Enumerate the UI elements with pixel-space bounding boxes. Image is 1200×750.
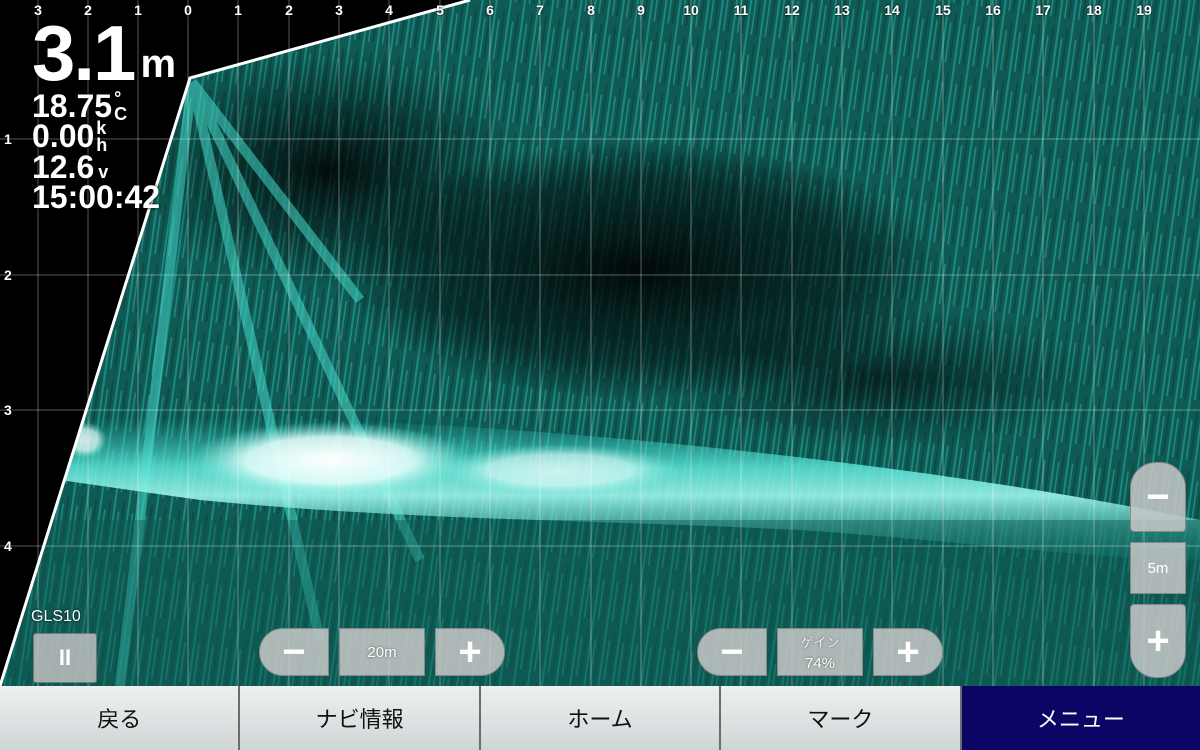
sonar-view[interactable]: 3 2 1 0 1 2 3 4 5 6 7 8 9 10 11 12 13 14… xyxy=(0,0,1200,686)
x-tick-label: 17 xyxy=(1035,2,1051,18)
speed-readout: 0.00 k h xyxy=(32,118,176,155)
voltage-value: 12.6 xyxy=(32,148,95,185)
range-value: 20m xyxy=(367,643,397,661)
depth-readout: 3.1 m xyxy=(32,14,176,92)
minus-icon: − xyxy=(282,630,306,674)
y-tick-label: 2 xyxy=(4,267,12,283)
mark-button[interactable]: マーク xyxy=(721,686,962,750)
pause-icon: II xyxy=(58,645,72,670)
x-tick-label: 4 xyxy=(385,2,393,18)
x-tick-label: 12 xyxy=(784,2,800,18)
time-readout: 15:00:42 xyxy=(32,181,176,213)
sonar-screen: 3 2 1 0 1 2 3 4 5 6 7 8 9 10 11 12 13 14… xyxy=(0,0,1200,750)
speed-unit: k h xyxy=(96,119,108,155)
x-tick-label: 0 xyxy=(184,2,192,18)
bottom-nav: 戻る ナビ情報 ホーム マーク メニュー xyxy=(0,686,1200,750)
vertical-range-plus-button[interactable]: + xyxy=(1130,604,1186,678)
range-minus-button[interactable]: − xyxy=(259,628,329,676)
plus-icon: + xyxy=(1146,619,1170,663)
x-tick-label: 8 xyxy=(587,2,595,18)
y-tick-label: 3 xyxy=(4,402,12,418)
x-tick-label: 16 xyxy=(985,2,1001,18)
x-tick-label: 2 xyxy=(285,2,293,18)
transducer-label: GLS10 xyxy=(31,608,81,625)
depth-value: 3.1 xyxy=(32,9,136,97)
vertical-range-value-button[interactable]: 5m xyxy=(1130,542,1186,594)
home-button[interactable]: ホーム xyxy=(480,686,722,750)
vertical-range-value: 5m xyxy=(1147,559,1169,577)
x-tick-label: 13 xyxy=(834,2,850,18)
back-button[interactable]: 戻る xyxy=(0,686,241,750)
menu-button[interactable]: メニュー xyxy=(961,686,1200,750)
voltage-readout: 12.6 v xyxy=(32,151,176,183)
speed-unit-bottom: h xyxy=(96,134,108,155)
data-readouts: 3.1 m 18.75 ° C 0.00 k h 12.6 v 15:00:42 xyxy=(32,14,176,213)
plus-icon: + xyxy=(458,630,482,674)
plus-icon: + xyxy=(896,630,920,674)
range-value-button[interactable]: 20m xyxy=(339,628,425,676)
nav-info-button[interactable]: ナビ情報 xyxy=(240,686,481,750)
x-tick-label: 1 xyxy=(234,2,242,18)
x-tick-label: 10 xyxy=(683,2,699,18)
time-value: 15:00:42 xyxy=(32,178,161,215)
x-tick-label: 19 xyxy=(1136,2,1152,18)
minus-icon: − xyxy=(720,630,744,674)
gain-control: − ゲイン 74% + xyxy=(697,628,943,676)
range-control: − 20m + xyxy=(259,628,505,676)
gain-value-button[interactable]: ゲイン 74% xyxy=(777,628,863,676)
x-tick-label: 9 xyxy=(637,2,645,18)
gain-value: 74% xyxy=(804,655,836,672)
x-tick-label: 11 xyxy=(733,2,749,18)
y-tick-label: 4 xyxy=(4,538,12,554)
sonar-image xyxy=(0,0,1200,686)
temperature-unit: ° C xyxy=(114,89,128,125)
gain-plus-button[interactable]: + xyxy=(873,628,943,676)
range-plus-button[interactable]: + xyxy=(435,628,505,676)
x-tick-label: 7 xyxy=(536,2,544,18)
speed-value: 0.00 xyxy=(32,118,95,155)
vertical-range-control: − 5m + xyxy=(1130,462,1186,678)
temperature-unit-bottom: C xyxy=(114,104,128,125)
y-tick-label: 1 xyxy=(4,131,12,147)
x-tick-label: 6 xyxy=(486,2,494,18)
depth-unit: m xyxy=(140,42,177,86)
gain-minus-button[interactable]: − xyxy=(697,628,767,676)
x-tick-label: 3 xyxy=(335,2,343,18)
x-tick-label: 14 xyxy=(884,2,900,18)
x-tick-label: 15 xyxy=(935,2,951,18)
minus-icon: − xyxy=(1146,475,1170,519)
pause-button[interactable]: II xyxy=(33,633,97,683)
x-tick-label: 18 xyxy=(1086,2,1102,18)
x-tick-label: 5 xyxy=(436,2,444,18)
vertical-range-minus-button[interactable]: − xyxy=(1130,462,1186,532)
gain-label: ゲイン xyxy=(800,635,840,650)
